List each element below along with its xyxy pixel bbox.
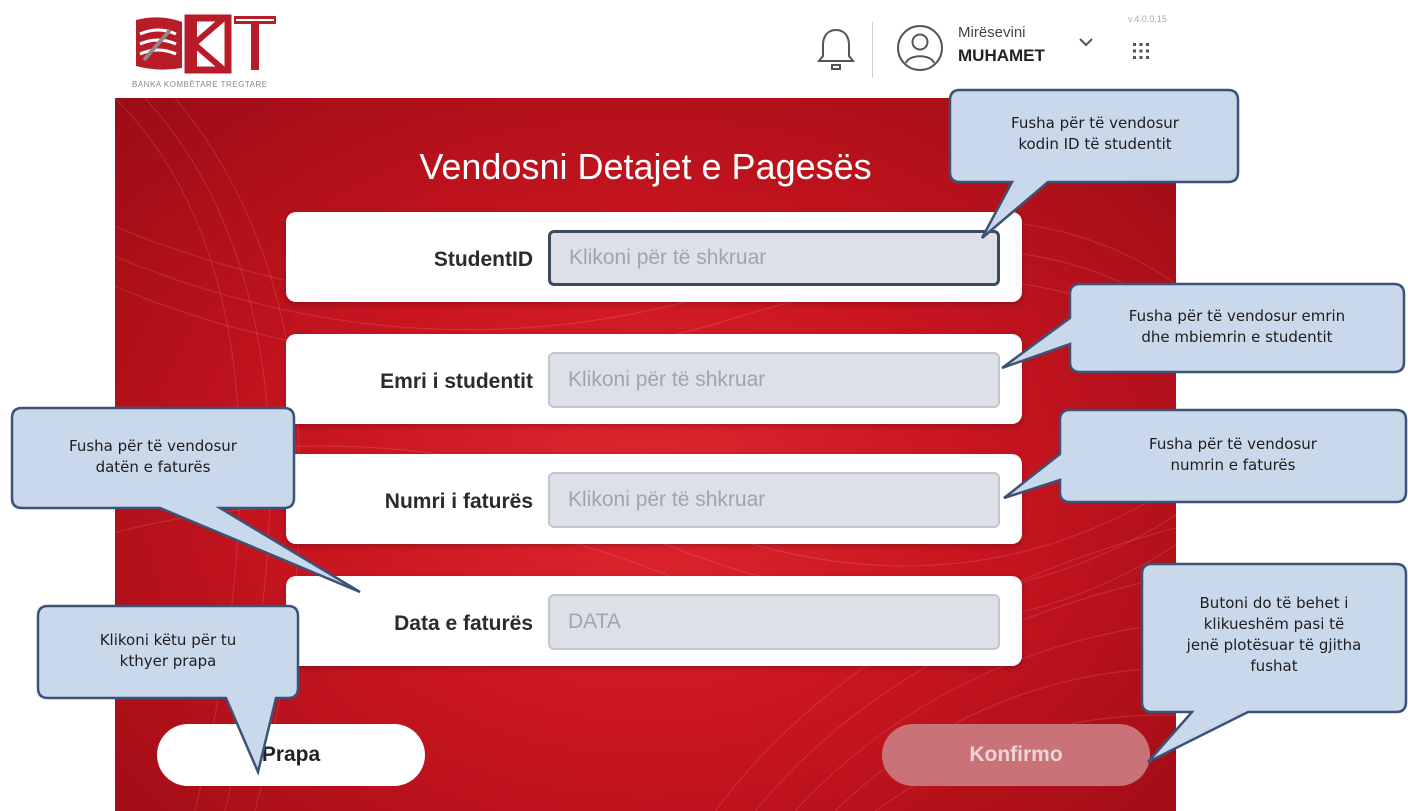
bell-icon[interactable]: [816, 24, 856, 72]
callout-invoice-number: Fusha për të vendosur numrin e faturës: [1002, 408, 1408, 506]
confirm-button[interactable]: Konfirmo: [882, 724, 1150, 786]
callout-student-id: Fusha për të vendosur kodin ID të studen…: [948, 88, 1240, 248]
callout-student-name: Fusha për të vendosur emrin dhe mbiemrin…: [1000, 282, 1406, 382]
callout-bubble: [10, 406, 361, 594]
callout-back: Klikoni këtu për tu kthyer prapa: [36, 604, 306, 776]
bkt-logo-mark: [136, 14, 276, 74]
bkt-logo: BANKA KOMBËTARE TREGTARE: [130, 12, 280, 94]
header-user-area: v.4.0.0.15 Mirësevini MUHAMET: [812, 14, 1192, 84]
student-name-label: Emri i studentit: [380, 370, 533, 393]
callout-bubble: [948, 88, 1240, 239]
callout-line: Fusha për të vendosur: [1011, 114, 1179, 132]
callout-line: kodin ID të studentit: [1018, 135, 1172, 153]
version-label: v.4.0.0.15: [1128, 14, 1167, 24]
callout-line: jenë plotësuar të gjitha: [1186, 636, 1362, 654]
callout-line: Klikoni këtu për tu: [99, 631, 237, 649]
apps-grid-icon[interactable]: [1132, 42, 1150, 60]
invoice-number-input[interactable]: [548, 472, 1000, 528]
callout-line: Fusha për të vendosur: [69, 437, 237, 455]
callout-line: fushat: [1250, 657, 1298, 675]
callout-line: Butoni do të behet i: [1199, 594, 1349, 612]
invoice-date-row: Data e faturës: [286, 576, 1022, 666]
callout-line: Fusha për të vendosur emrin: [1128, 307, 1346, 325]
student-id-input[interactable]: [548, 230, 1000, 286]
student-id-label: StudentID: [433, 248, 533, 271]
callout-line: numrin e faturës: [1170, 456, 1296, 474]
invoice-date-input[interactable]: [548, 594, 1000, 650]
invoice-number-row: Numri i faturës: [286, 454, 1022, 544]
student-name-row: Emri i studentit: [286, 334, 1022, 424]
header-divider: [872, 22, 873, 78]
invoice-number-label: Numri i faturës: [384, 490, 533, 513]
callout-line: klikueshëm pasi të: [1203, 615, 1345, 633]
username-text: MUHAMET: [958, 46, 1045, 65]
user-avatar-icon[interactable]: [896, 24, 944, 72]
chevron-down-icon[interactable]: [1078, 36, 1094, 48]
callout-confirm: Butoni do të behet i klikueshëm pasi të …: [1140, 562, 1408, 772]
callout-line: datën e faturës: [95, 458, 211, 476]
greeting-text: Mirësevini: [958, 24, 1026, 41]
brand-subtitle: BANKA KOMBËTARE TREGTARE: [132, 80, 268, 89]
callout-line: Fusha për të vendosur: [1149, 435, 1317, 453]
student-name-input[interactable]: [548, 352, 1000, 408]
callout-line: dhe mbiemrin e studentit: [1141, 328, 1333, 346]
callout-line: kthyer prapa: [119, 652, 217, 670]
invoice-date-label: Data e faturës: [394, 612, 533, 635]
callout-invoice-date: Fusha për të vendosur datën e faturës: [10, 406, 370, 596]
student-id-row: StudentID: [286, 212, 1022, 302]
